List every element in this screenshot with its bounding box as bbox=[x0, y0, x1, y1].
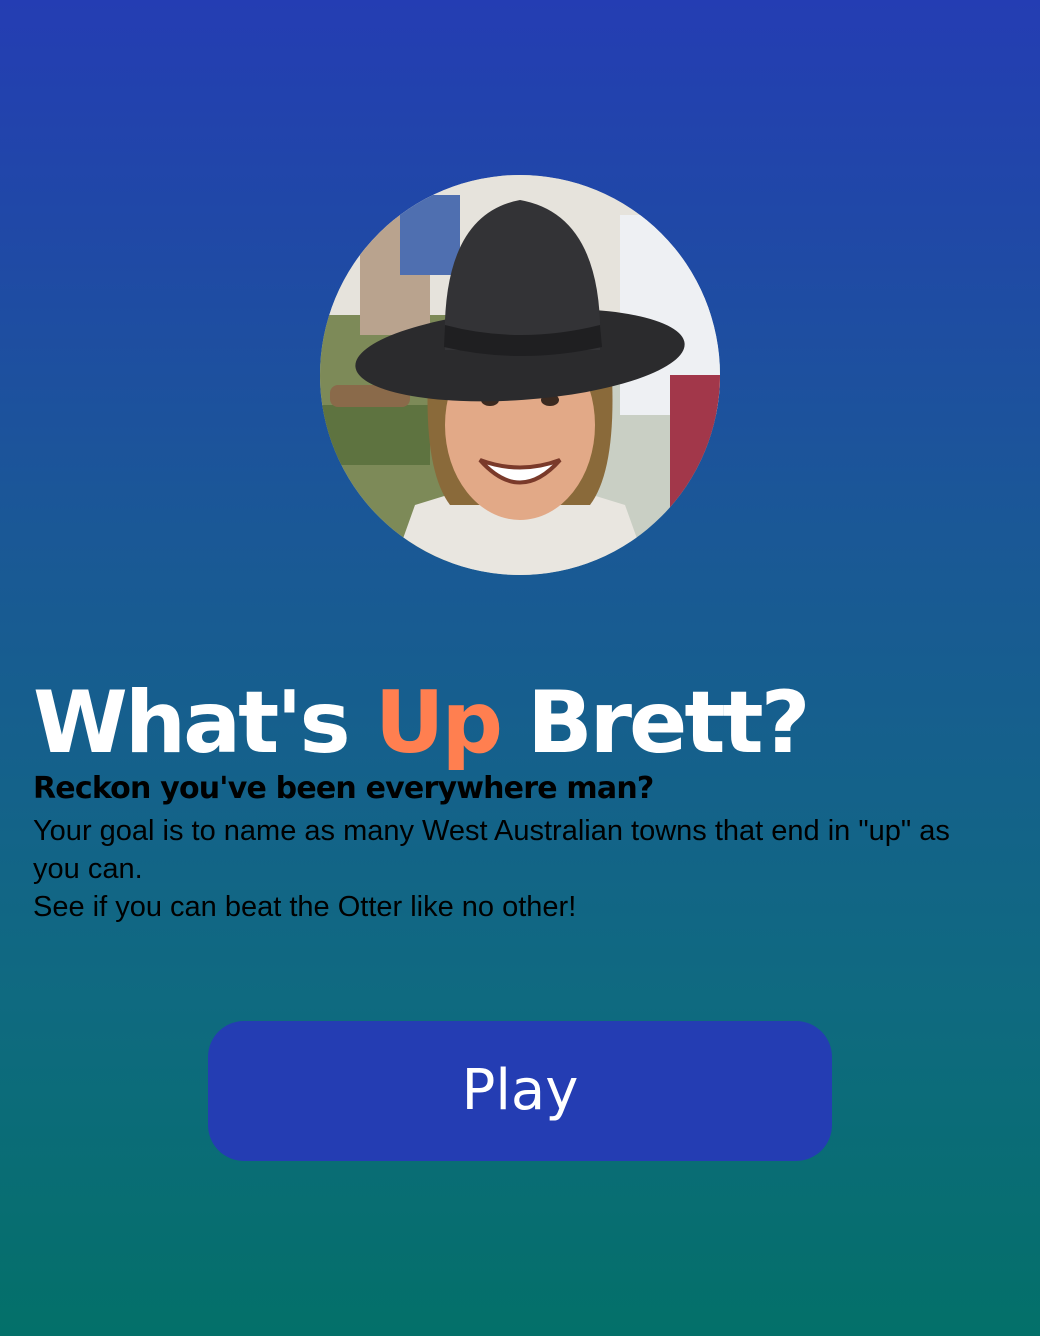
title-word-whats: What's bbox=[33, 673, 351, 773]
title-word-brett: Brett? bbox=[527, 673, 810, 773]
subtitle: Reckon you've been everywhere man? bbox=[33, 771, 654, 806]
description-line-1: Your goal is to name as many West Austra… bbox=[33, 815, 950, 885]
avatar-photo bbox=[320, 175, 720, 575]
description: Your goal is to name as many West Austra… bbox=[33, 812, 993, 926]
page-title: What's Up Brett? bbox=[33, 668, 810, 778]
description-line-2: See if you can beat the Otter like no ot… bbox=[33, 891, 577, 923]
title-word-up: Up bbox=[374, 673, 503, 773]
play-button[interactable]: Play bbox=[208, 1021, 832, 1161]
